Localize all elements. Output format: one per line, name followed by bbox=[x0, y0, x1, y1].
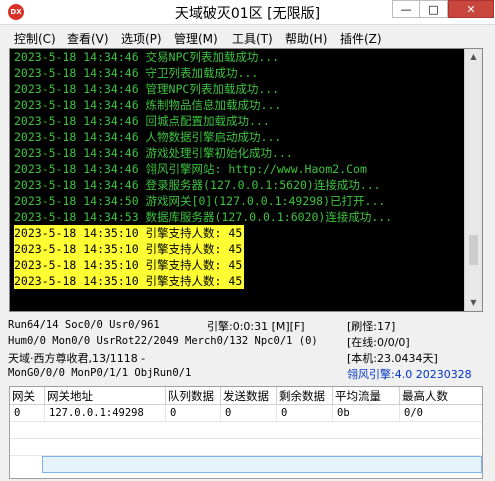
scrollbar-thumb[interactable] bbox=[469, 235, 478, 265]
title-bar: DX 天域破灭01区 [无限版] — □ ✕ bbox=[0, 0, 495, 25]
col-gateway-address[interactable]: 网关地址 bbox=[45, 387, 166, 405]
log-line-text: 2023-5-18 14:34:46 翎风引擎网站: http://www.Ha… bbox=[14, 162, 367, 176]
cell-gateway-address: 127.0.0.1:49298 bbox=[45, 405, 166, 422]
log-line-text: 2023-5-18 14:34:46 登录服务器(127.0.0.1:5620)… bbox=[14, 178, 381, 192]
menu-view[interactable]: 查看(V) bbox=[67, 30, 109, 47]
cell-remaining-data: 0 bbox=[277, 405, 333, 422]
col-queue-data[interactable]: 队列数据 bbox=[166, 387, 221, 405]
log-line-highlighted-text: 2023-5-18 14:35:10 引擎支持人数: 45 bbox=[14, 273, 245, 289]
log-line-text: 2023-5-18 14:34:46 游戏处理引擎初始化成功... bbox=[14, 146, 293, 160]
menu-manage[interactable]: 管理(M) bbox=[174, 30, 218, 47]
log-line-text: 2023-5-18 14:34:46 人物数据引擎启动成功... bbox=[14, 130, 282, 144]
log-line-text: 2023-5-18 14:34:53 数据库服务器(127.0.0.1:6020… bbox=[14, 210, 393, 224]
log-line: 2023-5-18 14:35:10 引擎支持人数: 45 bbox=[14, 257, 462, 273]
log-line: 2023-5-18 14:34:50 游戏网关[0](127.0.0.1:492… bbox=[14, 193, 462, 209]
menu-options[interactable]: 选项(P) bbox=[121, 30, 162, 47]
status-online: [在线:0/0/0] bbox=[347, 336, 410, 349]
log-line: 2023-5-18 14:35:10 引擎支持人数: 45 bbox=[14, 225, 462, 241]
log-line: 2023-5-18 14:34:46 炼制物品信息加载成功... bbox=[14, 97, 462, 113]
menu-bar: 控制(C) 查看(V) 选项(P) 管理(M) 工具(T) 帮助(H) 插件(Z… bbox=[0, 27, 495, 47]
menu-help[interactable]: 帮助(H) bbox=[285, 30, 327, 47]
cell-queue-data: 0 bbox=[166, 405, 221, 422]
minimize-button[interactable]: — bbox=[392, 0, 420, 18]
col-max-users[interactable]: 最高人数 bbox=[400, 387, 482, 405]
log-line-text: 2023-5-18 14:34:46 守卫列表加载成功... bbox=[14, 66, 259, 80]
log-line-highlighted-text: 2023-5-18 14:35:10 引擎支持人数: 45 bbox=[14, 257, 245, 273]
menu-tools[interactable]: 工具(T) bbox=[232, 30, 273, 47]
log-line: 2023-5-18 14:35:10 引擎支持人数: 45 bbox=[14, 273, 462, 289]
table-header: 网关 网关地址 队列数据 发送数据 剩余数据 平均流量 最高人数 bbox=[10, 387, 482, 405]
status-refresh: [刷怪:17] bbox=[347, 320, 396, 333]
status-run: Run64/14 Soc0/0 Usr0/961 bbox=[8, 319, 160, 331]
log-line: 2023-5-18 14:34:46 翎风引擎网站: http://www.Ha… bbox=[14, 161, 462, 177]
cell-avg-traffic: 0b bbox=[333, 405, 400, 422]
log-line: 2023-5-18 14:34:46 守卫列表加载成功... bbox=[14, 65, 462, 81]
log-line-text: 2023-5-18 14:34:46 管理NPC列表加载成功... bbox=[14, 82, 280, 96]
cell-gateway: 0 bbox=[10, 405, 45, 422]
status-engine-time: 引擎:0:0:31 [M][F] bbox=[207, 320, 305, 333]
table-row-empty[interactable] bbox=[10, 439, 482, 456]
table-row-empty[interactable] bbox=[10, 422, 482, 439]
log-line-text: 2023-5-18 14:34:50 游戏网关[0](127.0.0.1:492… bbox=[14, 194, 386, 208]
maximize-button[interactable]: □ bbox=[420, 0, 448, 18]
status-mon: MonG0/0/0 MonP0/1/1 ObjRun0/1 bbox=[8, 367, 192, 379]
col-gateway[interactable]: 网关 bbox=[10, 387, 45, 405]
log-line: 2023-5-18 14:34:53 数据库服务器(127.0.0.1:6020… bbox=[14, 209, 462, 225]
scroll-down-arrow-icon[interactable]: ▼ bbox=[465, 295, 482, 311]
log-line-highlighted-text: 2023-5-18 14:35:10 引擎支持人数: 45 bbox=[14, 241, 245, 257]
status-uptime: [本机:23.0434天] bbox=[347, 352, 438, 365]
close-button[interactable]: ✕ bbox=[448, 0, 494, 18]
log-line-text: 2023-5-18 14:34:46 回城点配置加载成功... bbox=[14, 114, 270, 128]
console-scrollbar[interactable]: ▲ ▼ bbox=[464, 49, 482, 311]
log-line: 2023-5-18 14:35:10 引擎支持人数: 45 bbox=[14, 241, 462, 257]
col-sent-data[interactable]: 发送数据 bbox=[221, 387, 277, 405]
log-line: 2023-5-18 14:34:46 回城点配置加载成功... bbox=[14, 113, 462, 129]
col-remaining-data[interactable]: 剩余数据 bbox=[277, 387, 333, 405]
cell-max-users: 0/0 bbox=[404, 407, 423, 419]
menu-control[interactable]: 控制(C) bbox=[14, 30, 56, 47]
table-row-selected[interactable] bbox=[42, 456, 482, 473]
table-row[interactable]: 0 127.0.0.1:49298 0 0 0 0b 0/0 bbox=[10, 405, 482, 422]
log-line: 2023-5-18 14:34:46 交易NPC列表加载成功... bbox=[14, 49, 462, 65]
status-version: 翎风引擎:4.0 20230328 bbox=[347, 368, 472, 381]
log-line-highlighted-text: 2023-5-18 14:35:10 引擎支持人数: 45 bbox=[14, 225, 245, 241]
log-line: 2023-5-18 14:34:46 登录服务器(127.0.0.1:5620)… bbox=[14, 177, 462, 193]
log-line-text: 2023-5-18 14:34:46 交易NPC列表加载成功... bbox=[14, 50, 280, 64]
log-line: 2023-5-18 14:34:46 人物数据引擎启动成功... bbox=[14, 129, 462, 145]
gateway-table: 网关 网关地址 队列数据 发送数据 剩余数据 平均流量 最高人数 0 127.0… bbox=[9, 386, 483, 479]
log-line-text: 2023-5-18 14:34:46 炼制物品信息加载成功... bbox=[14, 98, 282, 112]
cell-sent-data: 0 bbox=[221, 405, 277, 422]
status-hum: Hum0/0 Mon0/0 UsrRot22/2049 Merch0/132 N… bbox=[8, 335, 318, 347]
log-line: 2023-5-18 14:34:46 游戏处理引擎初始化成功... bbox=[14, 145, 462, 161]
status-realm: 天域·西方尊收君,13/1118 - bbox=[8, 352, 146, 365]
scroll-up-arrow-icon[interactable]: ▲ bbox=[465, 49, 482, 65]
log-line: 2023-5-18 14:34:46 管理NPC列表加载成功... bbox=[14, 81, 462, 97]
col-avg-traffic[interactable]: 平均流量 bbox=[333, 387, 400, 405]
menu-plugins[interactable]: 插件(Z) bbox=[340, 30, 382, 47]
console-log[interactable]: 2023-5-18 14:34:46 交易NPC列表加载成功... 2023-5-… bbox=[9, 48, 483, 312]
console-lines: 2023-5-18 14:34:46 交易NPC列表加载成功... 2023-5-… bbox=[14, 49, 462, 311]
